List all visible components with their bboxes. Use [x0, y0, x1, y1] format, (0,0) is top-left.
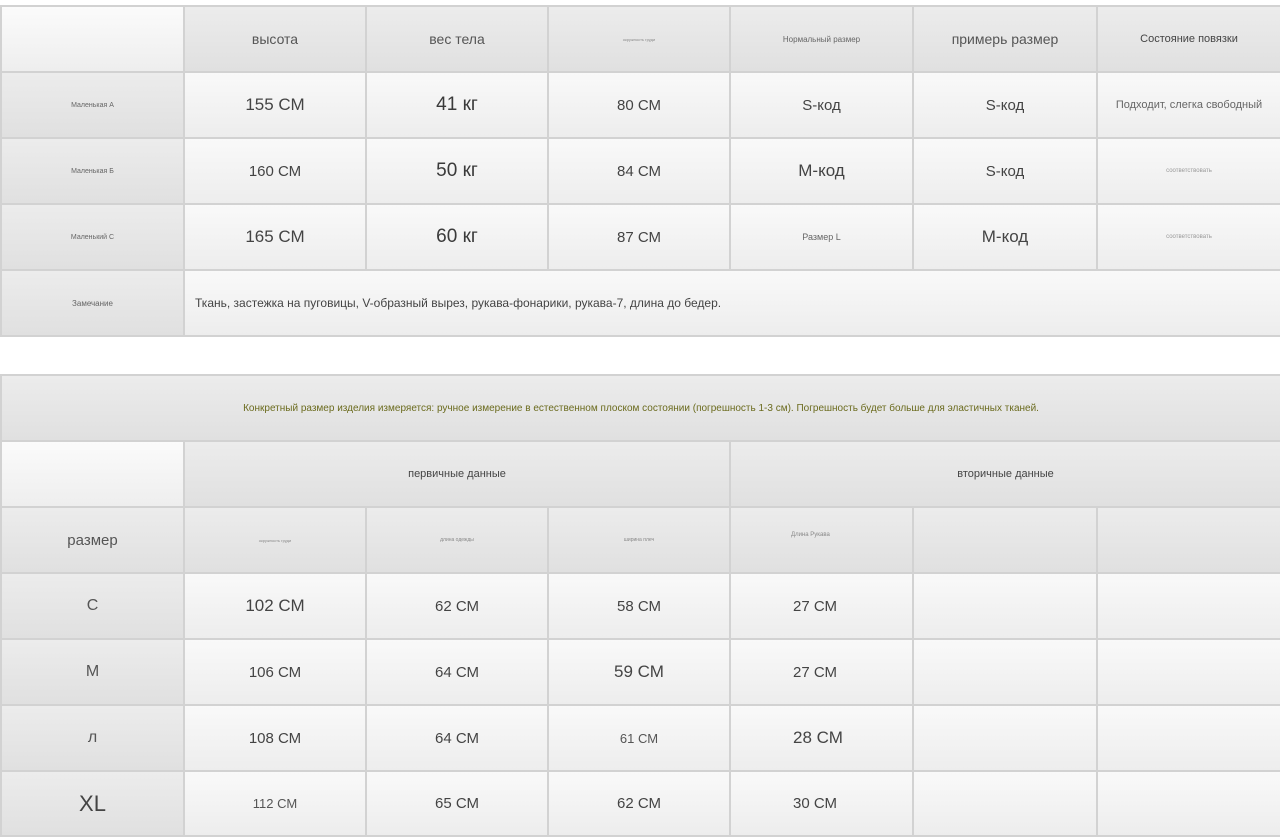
- normal-size-cell: M-код: [729, 137, 914, 205]
- shoulder-cell: 61 СМ: [547, 704, 731, 772]
- size-label: XL: [0, 770, 185, 837]
- row-label: Маленькая A: [0, 71, 185, 139]
- group-secondary: вторичные данные: [728, 440, 1280, 508]
- length-cell: 62 СМ: [365, 572, 549, 640]
- tried-size-cell: S-код: [912, 137, 1098, 205]
- note-text: Ткань, застежка на пуговицы, V-образный …: [183, 269, 1280, 337]
- table-row: M 106 СМ 64 СМ 59 СМ 27 СМ: [0, 638, 1280, 706]
- shoulder-cell: 62 СМ: [547, 770, 731, 837]
- table-row: XL 112 СМ 65 СМ 62 СМ 30 СМ: [0, 770, 1280, 837]
- model-fit-table: высота вес тела окружность груди Нормаль…: [0, 5, 1280, 337]
- table-row: Маленький С 165 СМ 60 кг 87 СМ Размер L …: [0, 203, 1280, 271]
- size-label: л: [0, 704, 185, 772]
- bust-cell: 106 СМ: [183, 638, 367, 706]
- sleeve-cell: 28 СМ: [729, 704, 914, 772]
- header-tried-size: примерь размер: [912, 5, 1098, 73]
- bust-cell: 112 СМ: [183, 770, 367, 837]
- header-normal-size: Нормальный размер: [729, 5, 914, 73]
- shoulder-cell: 59 СМ: [547, 638, 731, 706]
- bust-cell: 80 СМ: [547, 71, 731, 139]
- group-header-row: первичные данные вторичные данные: [0, 440, 1280, 508]
- note-row: Замечание Ткань, застежка на пуговицы, V…: [0, 269, 1280, 337]
- header-sleeve: Длина Рукава: [729, 506, 914, 574]
- header-height: высота: [183, 5, 367, 73]
- tried-size-cell: S-код: [912, 71, 1098, 139]
- empty-cell: [1095, 572, 1280, 640]
- length-cell: 64 СМ: [365, 638, 549, 706]
- fit-state-cell: соответствовать: [1096, 137, 1280, 205]
- empty-cell: [1095, 704, 1280, 772]
- table-row: л 108 СМ 64 СМ 61 СМ 28 СМ: [0, 704, 1280, 772]
- header-bust: окружность груди: [183, 506, 367, 574]
- sleeve-cell: 27 СМ: [729, 638, 914, 706]
- sleeve-cell: 30 СМ: [729, 770, 914, 837]
- sleeve-cell: 27 СМ: [729, 572, 914, 640]
- empty-cell: [1095, 770, 1280, 837]
- row-label: Маленькая Б: [0, 137, 185, 205]
- tried-size-cell: M-код: [912, 203, 1098, 271]
- size-chart-table: Конкретный размер изделия измеряется: ру…: [0, 374, 1280, 837]
- header-empty-2: [1095, 506, 1280, 574]
- height-cell: 165 СМ: [183, 203, 367, 271]
- table-header-row: размер окружность груди длина одежды шир…: [0, 506, 1280, 574]
- header-fit-state: Состояние повязки: [1096, 5, 1280, 73]
- header-size: размер: [0, 506, 185, 574]
- empty-cell: [912, 638, 1098, 706]
- measurement-note-banner: Конкретный размер изделия измеряется: ру…: [0, 374, 1280, 442]
- table-row: Маленькая Б 160 СМ 50 кг 84 СМ M-код S-к…: [0, 137, 1280, 205]
- bust-cell: 102 СМ: [183, 572, 367, 640]
- note-label: Замечание: [0, 269, 185, 337]
- corner-cell: [0, 5, 185, 73]
- weight-cell: 41 кг: [365, 71, 549, 139]
- bust-cell: 87 СМ: [547, 203, 731, 271]
- height-cell: 155 СМ: [183, 71, 367, 139]
- normal-size-cell: Размер L: [729, 203, 914, 271]
- header-bust: окружность груди: [547, 5, 731, 73]
- header-empty-1: [912, 506, 1098, 574]
- normal-size-cell: S-код: [729, 71, 914, 139]
- fit-state-cell: соответствовать: [1096, 203, 1280, 271]
- table-row: С 102 СМ 62 СМ 58 СМ 27 СМ: [0, 572, 1280, 640]
- header-weight: вес тела: [365, 5, 549, 73]
- banner-row: Конкретный размер изделия измеряется: ру…: [0, 374, 1280, 442]
- table-header-row: высота вес тела окружность груди Нормаль…: [0, 5, 1280, 73]
- empty-cell: [912, 704, 1098, 772]
- header-shoulder: ширина плеч: [547, 506, 731, 574]
- size-label: С: [0, 572, 185, 640]
- empty-cell: [912, 770, 1098, 837]
- weight-cell: 60 кг: [365, 203, 549, 271]
- length-cell: 64 СМ: [365, 704, 549, 772]
- header-length: длина одежды: [365, 506, 549, 574]
- table-row: Маленькая A 155 СМ 41 кг 80 СМ S-код S-к…: [0, 71, 1280, 139]
- size-label: M: [0, 638, 185, 706]
- empty-cell: [912, 572, 1098, 640]
- group-primary: первичные данные: [183, 440, 731, 508]
- weight-cell: 50 кг: [365, 137, 549, 205]
- fit-state-cell: Подходит, слегка свободный: [1096, 71, 1280, 139]
- empty-cell: [1095, 638, 1280, 706]
- row-label: Маленький С: [0, 203, 185, 271]
- shoulder-cell: 58 СМ: [547, 572, 731, 640]
- corner-cell: [0, 440, 185, 508]
- bust-cell: 84 СМ: [547, 137, 731, 205]
- bust-cell: 108 СМ: [183, 704, 367, 772]
- height-cell: 160 СМ: [183, 137, 367, 205]
- length-cell: 65 СМ: [365, 770, 549, 837]
